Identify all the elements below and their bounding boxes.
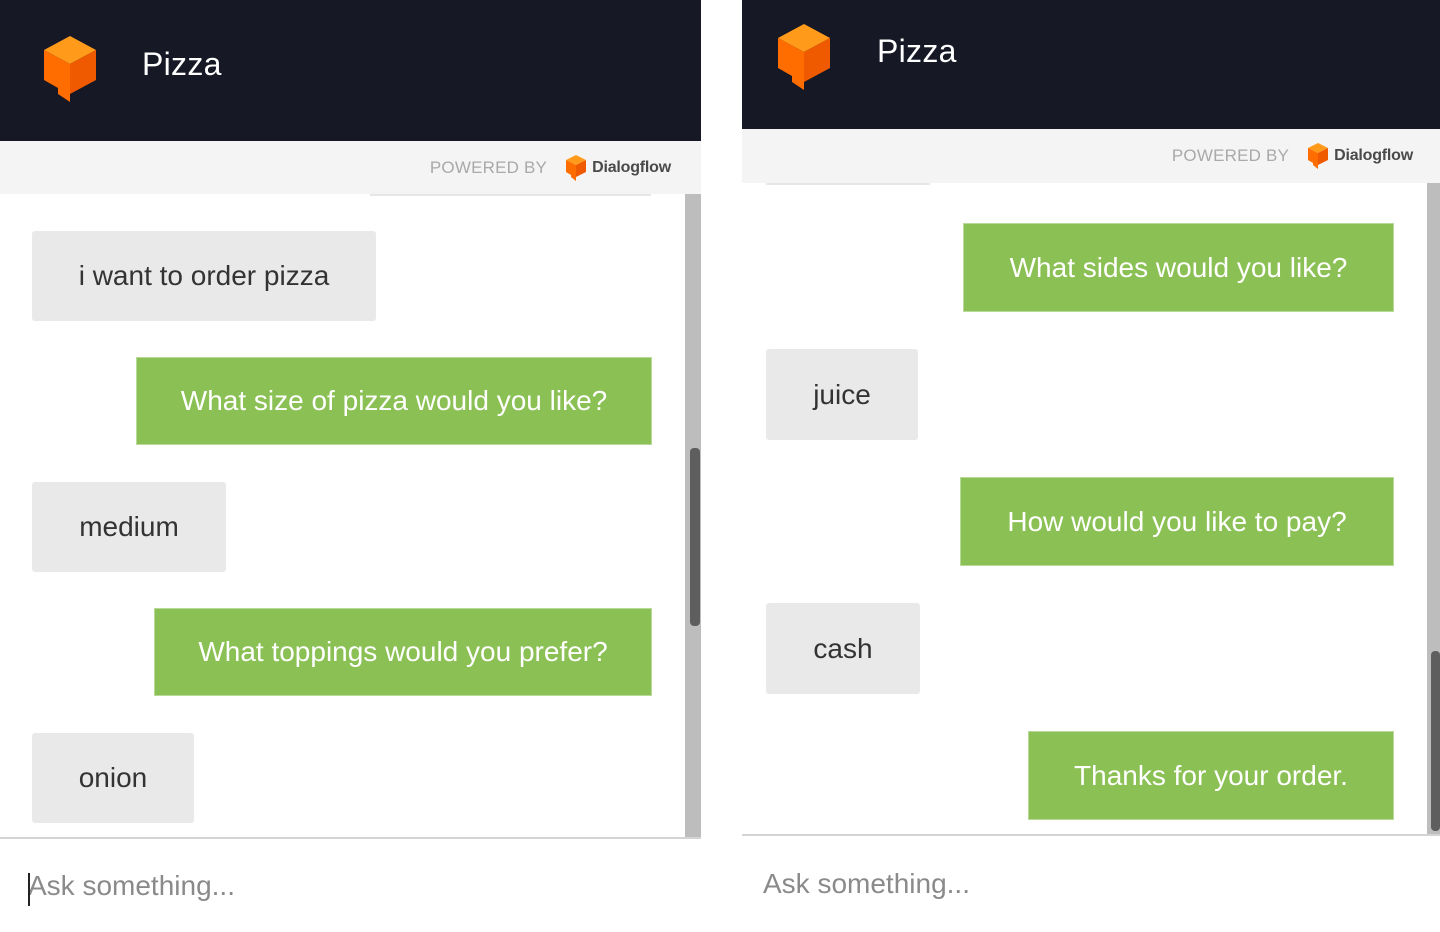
- clipped-message: [370, 194, 651, 196]
- dialogflow-brand-link[interactable]: Dialogflow: [1334, 147, 1413, 165]
- chat-window-right: Pizza POWERED BY Dialogflow What sides w…: [742, 0, 1440, 932]
- user-message: medium: [32, 482, 226, 572]
- user-message: i want to order pizza: [32, 231, 376, 321]
- user-message: juice: [766, 349, 918, 440]
- dialogflow-logo-icon: [566, 154, 587, 181]
- scrollbar-thumb[interactable]: [1431, 651, 1440, 831]
- bot-message: What size of pizza would you like?: [136, 357, 652, 445]
- bot-message: What sides would you like?: [963, 223, 1394, 312]
- dialogflow-cube-icon: [778, 24, 830, 90]
- powered-by-label: POWERED BY: [429, 157, 548, 177]
- chat-header: Pizza: [0, 0, 701, 141]
- user-message: cash: [766, 603, 920, 694]
- powered-by-bar: POWERED BY Dialogflow: [0, 141, 701, 194]
- chat-title: Pizza: [142, 46, 222, 82]
- bot-message: What toppings would you prefer?: [154, 608, 652, 696]
- powered-by-bar: POWERED BY Dialogflow: [742, 129, 1440, 183]
- bot-message: Thanks for your order.: [1028, 731, 1394, 820]
- text-caret: [28, 873, 30, 906]
- chat-header: Pizza: [742, 0, 1440, 129]
- chat-title: Pizza: [877, 33, 957, 69]
- dialogflow-brand-link[interactable]: Dialogflow: [592, 159, 671, 177]
- ask-input[interactable]: [28, 839, 668, 932]
- input-bar: [0, 837, 701, 932]
- chat-window-left: Pizza POWERED BY Dialogflow i want to or…: [0, 0, 701, 932]
- dialogflow-cube-icon: [44, 36, 96, 102]
- user-message: onion: [32, 733, 194, 823]
- message-list: What sides would you like? juice How wou…: [742, 183, 1440, 834]
- clipped-message: [766, 183, 930, 185]
- scrollbar-track[interactable]: [1427, 183, 1440, 834]
- scrollbar-track[interactable]: [685, 194, 701, 837]
- bot-message: How would you like to pay?: [960, 477, 1394, 566]
- message-list: i want to order pizza What size of pizza…: [0, 194, 701, 837]
- dialogflow-logo-icon: [1308, 143, 1329, 169]
- input-bar: [742, 834, 1440, 932]
- scrollbar-thumb[interactable]: [690, 448, 700, 626]
- powered-by-label: POWERED BY: [1171, 146, 1290, 165]
- ask-input[interactable]: [763, 836, 1413, 932]
